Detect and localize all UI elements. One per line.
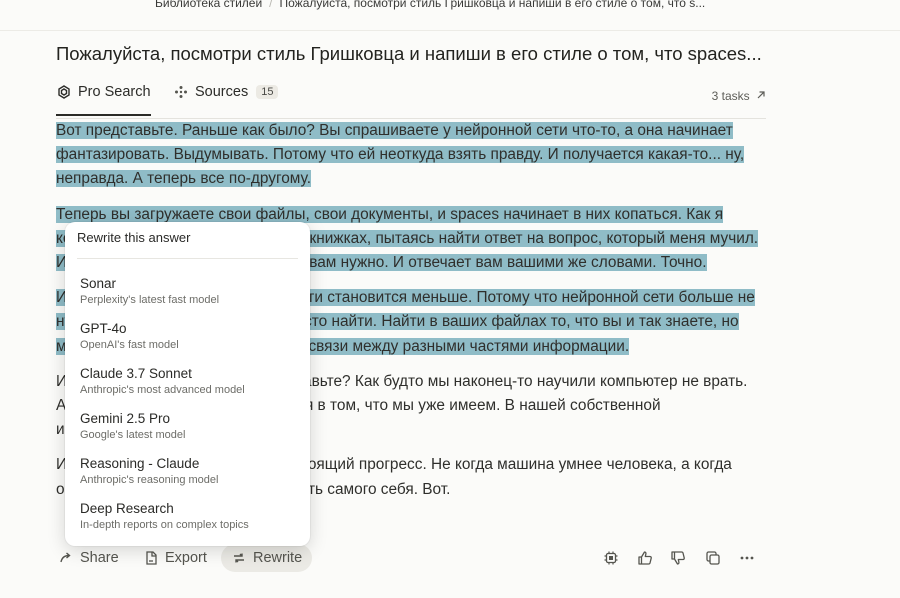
cpu-icon[interactable] <box>602 549 620 567</box>
rewrite-label: Rewrite <box>253 550 303 566</box>
answer-actions: Share Export Rewrite <box>56 544 761 572</box>
model-description: Anthropic's reasoning model <box>80 474 219 486</box>
tab-pro-search[interactable]: Pro Search <box>56 84 151 116</box>
rewrite-menu-header: Rewrite this answer <box>77 230 191 245</box>
menu-divider <box>77 258 298 259</box>
model-option-reasoning-claude[interactable]: Reasoning - Claude Anthropic's reasoning… <box>80 456 295 486</box>
thread-title: Пожалуйста, посмотри стиль Гришковца и н… <box>56 43 762 64</box>
sources-count-badge: 15 <box>256 85 279 99</box>
breadcrumb-item-library[interactable]: Библиотека стилей <box>155 0 262 10</box>
export-icon <box>146 551 157 565</box>
tasks-label: 3 tasks <box>711 89 750 103</box>
arrow-up-right-icon <box>757 91 765 99</box>
model-description: OpenAI's fast model <box>80 339 179 351</box>
rewrite-icon <box>234 553 244 563</box>
breadcrumb-item-thread[interactable]: Пожалуйста, посмотри стиль Гришковца и н… <box>280 0 706 10</box>
tab-sources-label: Sources <box>195 84 249 100</box>
pro-search-icon <box>58 85 70 99</box>
thumbs-down-icon[interactable] <box>669 549 687 567</box>
export-label: Export <box>165 550 207 566</box>
model-option-gemini[interactable]: Gemini 2.5 Pro Google's latest model <box>80 411 295 441</box>
selected-text: Вот представьте. Раньше как было? Вы спр… <box>56 122 745 188</box>
tab-sources[interactable]: Sources 15 <box>173 84 279 100</box>
share-label: Share <box>80 550 119 566</box>
model-name: Gemini 2.5 Pro <box>80 411 171 426</box>
answer-paragraph: Вот представьте. Раньше как было? Вы спр… <box>56 119 761 192</box>
model-option-claude-sonnet[interactable]: Claude 3.7 Sonnet Anthropic's most advan… <box>80 366 295 396</box>
rewrite-button[interactable]: Rewrite <box>221 544 313 572</box>
model-description: In-depth reports on complex topics <box>80 519 249 531</box>
sources-icon <box>175 86 187 98</box>
share-button[interactable]: Share <box>58 544 119 572</box>
model-description: Anthropic's most advanced model <box>80 384 245 396</box>
top-bar: Библиотека стилей / Пожалуйста, посмотри с… <box>0 0 900 31</box>
model-description: Google's latest model <box>80 429 186 441</box>
model-name: GPT-4o <box>80 321 127 336</box>
tab-pro-search-label: Pro Search <box>78 84 151 100</box>
breadcrumb: Библиотека стилей / Пожалуйста, посмотри с… <box>155 0 705 10</box>
tasks-link[interactable]: 3 tasks <box>712 89 766 103</box>
model-description: Perplexity's latest fast model <box>80 294 220 306</box>
more-icon[interactable] <box>738 549 756 567</box>
model-name: Sonar <box>80 276 117 291</box>
model-name: Reasoning - Claude <box>80 456 200 471</box>
model-name: Claude 3.7 Sonnet <box>80 366 192 381</box>
thumbs-up-icon[interactable] <box>636 549 654 567</box>
copy-icon[interactable] <box>704 549 722 567</box>
answer-tabs: Pro Search Sources 15 3 tasks <box>56 82 766 119</box>
model-option-sonar[interactable]: Sonar Perplexity's latest fast model <box>80 276 295 306</box>
model-name: Deep Research <box>80 501 174 516</box>
breadcrumb-separator: / <box>269 0 273 10</box>
model-option-gpt-4o[interactable]: GPT-4o OpenAI's fast model <box>80 321 295 351</box>
export-button[interactable]: Export <box>143 544 207 572</box>
model-option-deep-research[interactable]: Deep Research In-depth reports on comple… <box>80 501 295 531</box>
share-icon <box>60 552 71 563</box>
rewrite-menu: Rewrite this answer Sonar Perplexity's l… <box>65 222 310 546</box>
